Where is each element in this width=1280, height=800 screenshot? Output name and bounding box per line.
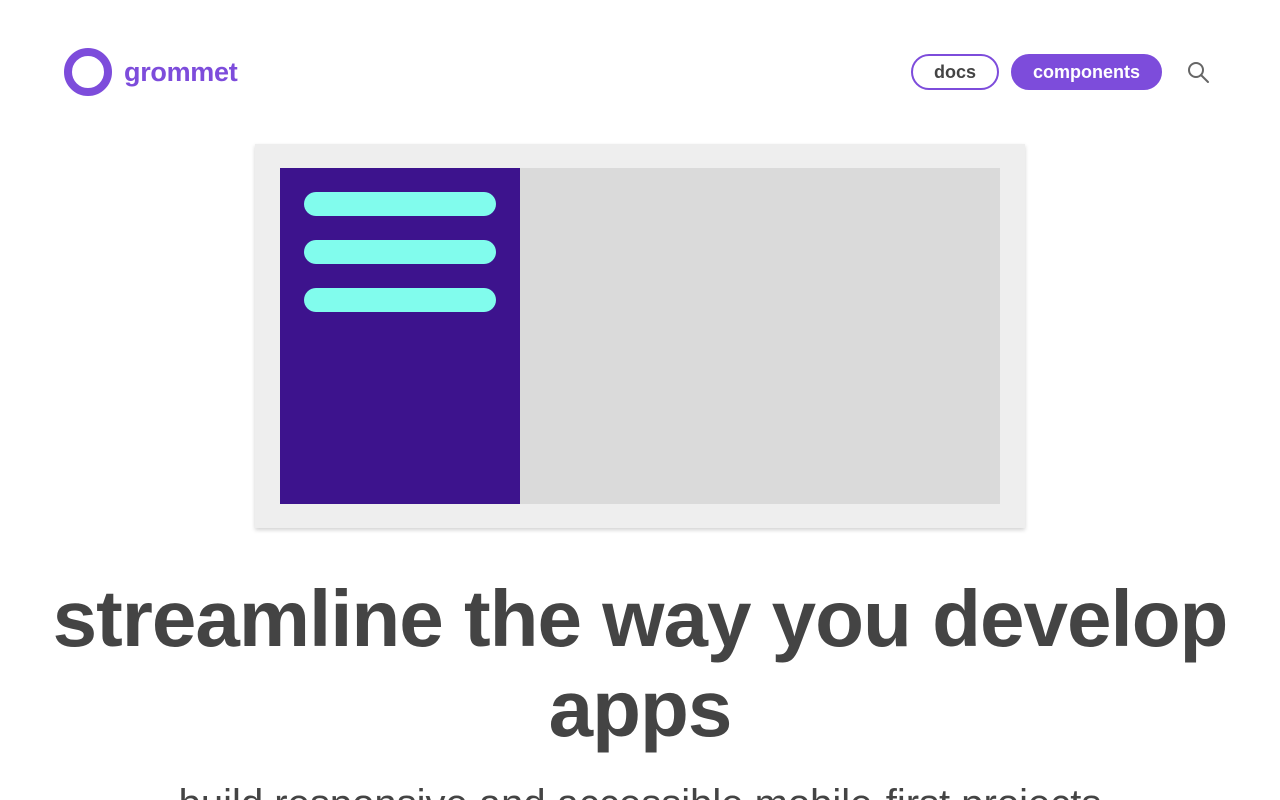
- hero-subheadline: build responsive and accessible mobile-f…: [40, 780, 1240, 800]
- app-layout-illustration: [255, 144, 1025, 528]
- search-icon: [1188, 62, 1209, 83]
- illustration-sidebar: [280, 168, 520, 504]
- search-button[interactable]: [1180, 54, 1216, 90]
- top-nav: docs components: [911, 54, 1216, 90]
- page: grommet docs components streamline the w…: [0, 0, 1280, 800]
- hero-headline: streamline the way you develop apps: [52, 574, 1229, 753]
- logo-link[interactable]: grommet: [64, 48, 238, 96]
- brand-name: grommet: [124, 57, 238, 87]
- site-header: grommet docs components: [0, 0, 1280, 144]
- ring-icon: [64, 48, 112, 96]
- illustration-main-panel: [520, 168, 1000, 504]
- docs-button[interactable]: docs: [911, 54, 999, 90]
- illustration-menu-bar: [304, 288, 496, 312]
- components-button[interactable]: components: [1011, 54, 1162, 90]
- illustration-menu-bar: [304, 240, 496, 264]
- illustration-menu-bar: [304, 192, 496, 216]
